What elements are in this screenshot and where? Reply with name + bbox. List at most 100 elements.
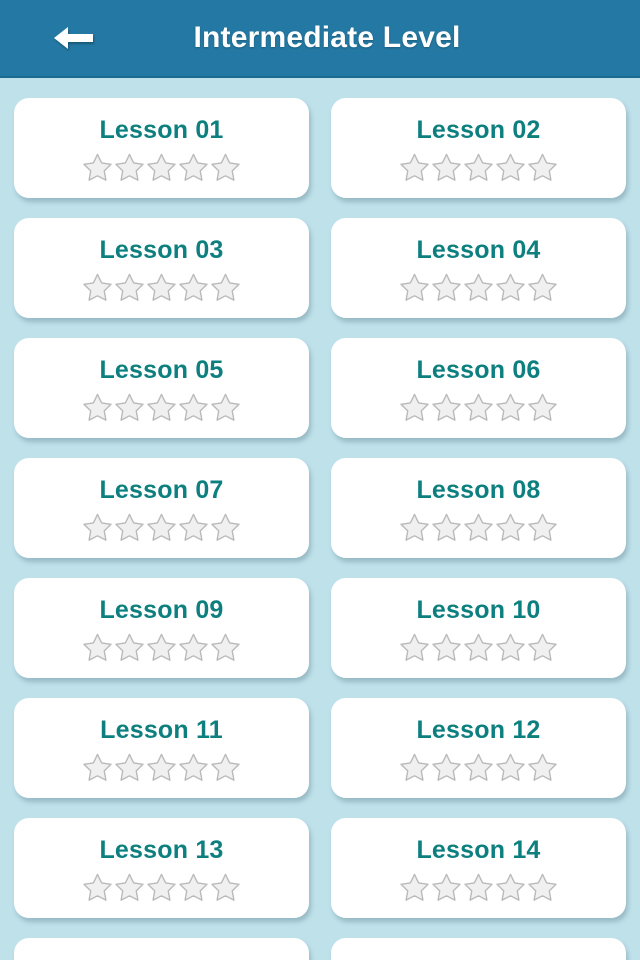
star-outline-icon: [399, 152, 430, 182]
lesson-card[interactable]: Lesson 16: [331, 938, 626, 960]
lesson-card[interactable]: Lesson 03: [14, 218, 309, 318]
star-outline-icon: [114, 152, 145, 182]
lesson-rating: [82, 512, 241, 542]
lesson-card-title: Lesson 07: [99, 476, 224, 504]
star-outline-icon: [178, 512, 209, 542]
star-outline-icon: [178, 392, 209, 422]
star-outline-icon: [431, 872, 462, 902]
star-outline-icon: [431, 272, 462, 302]
star-outline-icon: [178, 632, 209, 662]
star-outline-icon: [178, 872, 209, 902]
lesson-rating: [399, 272, 558, 302]
lesson-card[interactable]: Lesson 04: [331, 218, 626, 318]
lesson-card-title: Lesson 04: [416, 236, 541, 264]
star-outline-icon: [210, 752, 241, 782]
star-outline-icon: [399, 752, 430, 782]
star-outline-icon: [399, 632, 430, 662]
star-outline-icon: [82, 872, 113, 902]
lesson-card[interactable]: Lesson 05: [14, 338, 309, 438]
star-outline-icon: [463, 752, 494, 782]
lesson-card[interactable]: Lesson 13: [14, 818, 309, 918]
lesson-card-title: Lesson 13: [99, 836, 224, 864]
lesson-rating: [82, 632, 241, 662]
star-outline-icon: [114, 872, 145, 902]
lesson-card-title: Lesson 01: [99, 116, 224, 144]
star-outline-icon: [463, 392, 494, 422]
lesson-card-title: Lesson 08: [416, 476, 541, 504]
lesson-card[interactable]: Lesson 08: [331, 458, 626, 558]
lesson-rating: [399, 632, 558, 662]
star-outline-icon: [114, 272, 145, 302]
star-outline-icon: [463, 152, 494, 182]
star-outline-icon: [495, 272, 526, 302]
lesson-card-title: Lesson 16: [416, 956, 540, 960]
lesson-card[interactable]: Lesson 09: [14, 578, 309, 678]
star-outline-icon: [146, 632, 177, 662]
star-outline-icon: [527, 872, 558, 902]
lesson-rating: [399, 872, 558, 902]
lesson-card-title: Lesson 09: [99, 596, 224, 624]
star-outline-icon: [114, 752, 145, 782]
star-outline-icon: [495, 392, 526, 422]
star-outline-icon: [210, 632, 241, 662]
star-outline-icon: [463, 512, 494, 542]
lesson-card[interactable]: Lesson 11: [14, 698, 309, 798]
star-outline-icon: [82, 512, 113, 542]
arrow-left-icon: [52, 23, 96, 53]
lesson-card-title: Lesson 14: [416, 836, 541, 864]
star-outline-icon: [82, 152, 113, 182]
star-outline-icon: [114, 392, 145, 422]
star-outline-icon: [431, 392, 462, 422]
lesson-rating: [82, 392, 241, 422]
app-header: Intermediate Level: [0, 0, 640, 78]
star-outline-icon: [146, 392, 177, 422]
star-outline-icon: [431, 752, 462, 782]
lesson-rating: [399, 392, 558, 422]
star-outline-icon: [527, 512, 558, 542]
lesson-card-title: Lesson 15: [99, 956, 223, 960]
star-outline-icon: [82, 392, 113, 422]
lesson-card[interactable]: Lesson 02: [331, 98, 626, 198]
star-outline-icon: [527, 272, 558, 302]
lesson-card[interactable]: Lesson 10: [331, 578, 626, 678]
lesson-card[interactable]: Lesson 15: [14, 938, 309, 960]
star-outline-icon: [495, 632, 526, 662]
lesson-card-title: Lesson 12: [416, 716, 541, 744]
star-outline-icon: [527, 152, 558, 182]
star-outline-icon: [146, 872, 177, 902]
star-outline-icon: [431, 632, 462, 662]
lesson-card[interactable]: Lesson 07: [14, 458, 309, 558]
lesson-card[interactable]: Lesson 14: [331, 818, 626, 918]
star-outline-icon: [527, 752, 558, 782]
star-outline-icon: [399, 272, 430, 302]
lesson-card-title: Lesson 10: [416, 596, 541, 624]
star-outline-icon: [210, 512, 241, 542]
lesson-rating: [399, 152, 558, 182]
star-outline-icon: [399, 392, 430, 422]
star-outline-icon: [495, 872, 526, 902]
lesson-card-title: Lesson 03: [99, 236, 224, 264]
lesson-card[interactable]: Lesson 01: [14, 98, 309, 198]
lesson-rating: [82, 872, 241, 902]
star-outline-icon: [146, 152, 177, 182]
star-outline-icon: [82, 632, 113, 662]
star-outline-icon: [82, 752, 113, 782]
lesson-card[interactable]: Lesson 06: [331, 338, 626, 438]
star-outline-icon: [210, 872, 241, 902]
star-outline-icon: [82, 272, 113, 302]
star-outline-icon: [527, 392, 558, 422]
lesson-card-title: Lesson 06: [416, 356, 541, 384]
star-outline-icon: [495, 152, 526, 182]
star-outline-icon: [178, 752, 209, 782]
lesson-card-title: Lesson 02: [416, 116, 541, 144]
back-button[interactable]: [46, 16, 102, 60]
lesson-card[interactable]: Lesson 12: [331, 698, 626, 798]
lesson-rating: [82, 272, 241, 302]
star-outline-icon: [210, 272, 241, 302]
star-outline-icon: [146, 752, 177, 782]
lesson-rating: [399, 752, 558, 782]
star-outline-icon: [210, 152, 241, 182]
star-outline-icon: [495, 752, 526, 782]
lesson-grid: Lesson 01 Lesson 02 Lesson 03 Lesson 04 Less…: [0, 98, 640, 960]
star-outline-icon: [114, 512, 145, 542]
